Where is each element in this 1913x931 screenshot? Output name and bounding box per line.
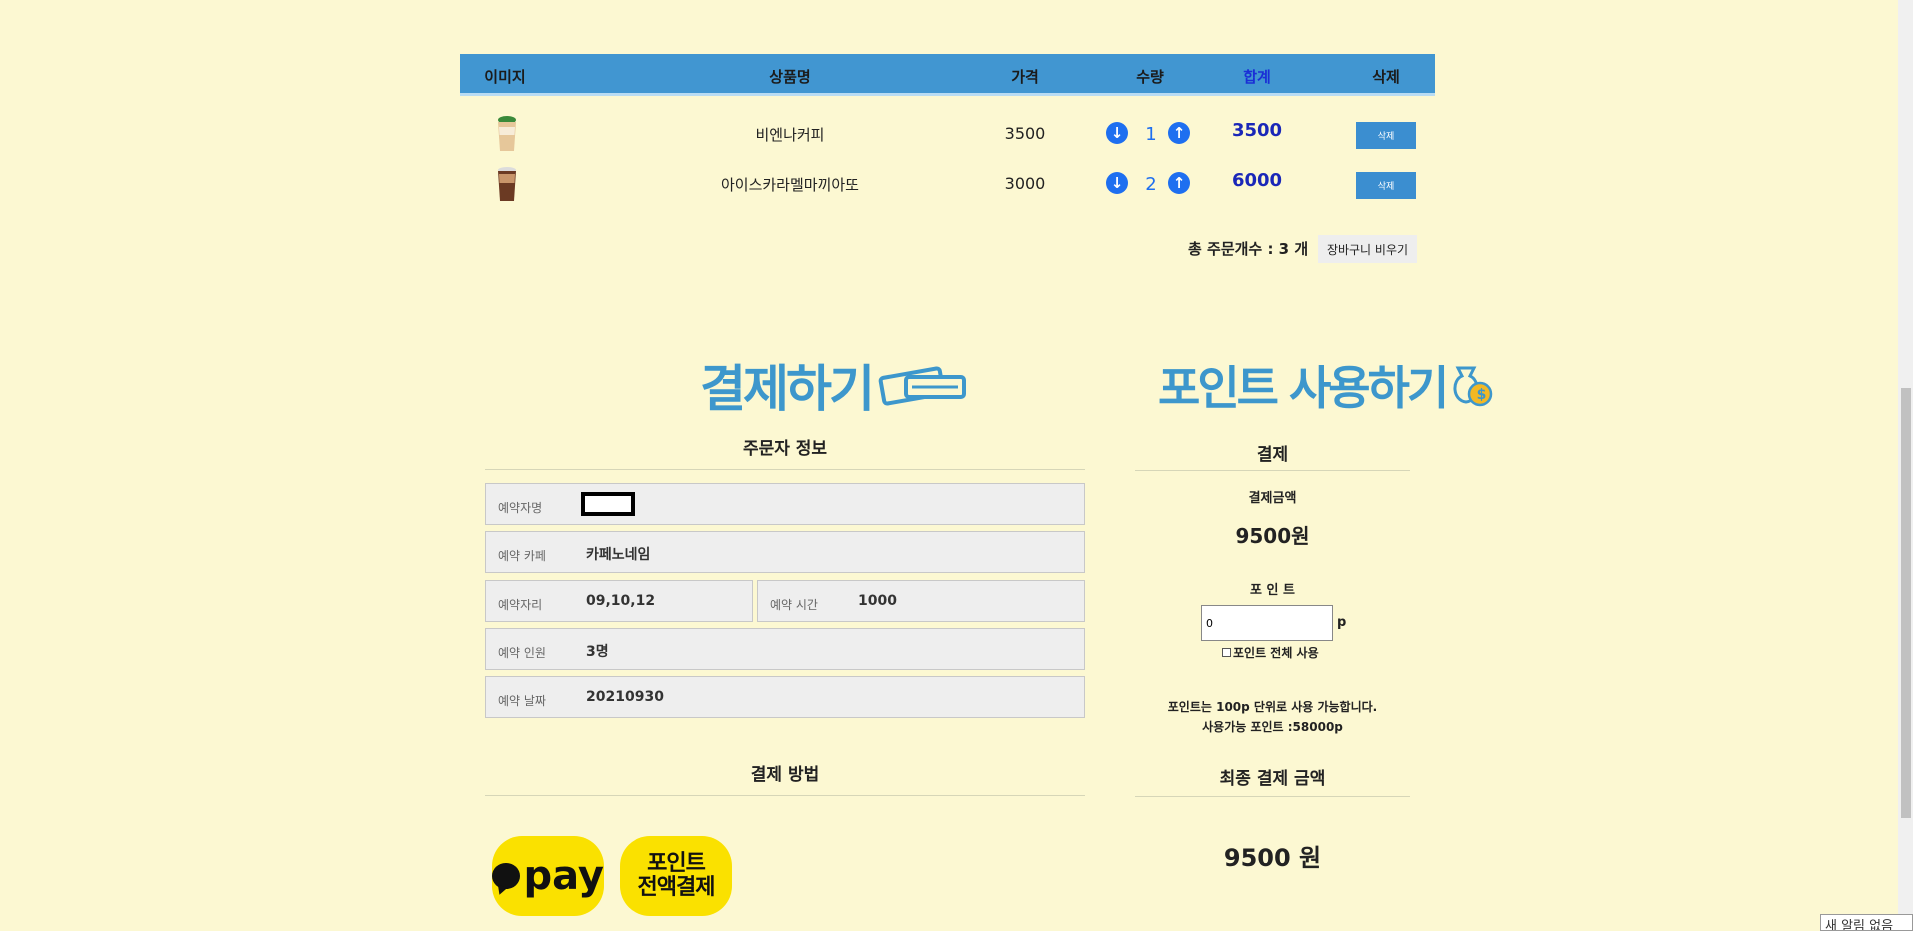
- reserved-cafe-row: 예약 카페 카페노네임: [485, 531, 1085, 573]
- notification-indicator[interactable]: 새 알림 없음: [1820, 914, 1913, 931]
- reserved-seat-row: 예약자리 09,10,12: [485, 580, 753, 622]
- cart-table-header: 이미지 상품명 가격 수량 합계 삭제: [460, 54, 1435, 96]
- divider: [1135, 470, 1410, 471]
- divider: [485, 469, 1085, 470]
- kakao-pay-button[interactable]: pay: [492, 836, 604, 916]
- delete-button[interactable]: 삭제: [1356, 172, 1416, 199]
- point-banner-text: 포인트 사용하기: [1158, 361, 1449, 415]
- kakao-pay-label: pay: [523, 853, 604, 899]
- use-all-points-checkbox[interactable]: [1222, 648, 1231, 657]
- reserved-date-row: 예약 날짜 20210930: [485, 676, 1085, 718]
- header-image: 이미지: [484, 68, 526, 86]
- reserver-name-row: 예약자명: [485, 483, 1085, 525]
- reserved-date-label: 예약 날짜: [498, 694, 546, 708]
- row-total: 3500: [1231, 120, 1283, 141]
- use-all-points-label: 포인트 전체 사용: [1233, 646, 1319, 660]
- reserved-cafe-value: 카페노네임: [586, 547, 651, 563]
- cart-row: 아이스카라멜마끼아또 3000 ↓ 2 ↑ 6000 삭제: [460, 160, 1435, 208]
- scrollbar-thumb[interactable]: [1901, 388, 1911, 818]
- point-label: 포 인 트: [1250, 583, 1295, 598]
- product-price: 3500: [1004, 124, 1046, 143]
- reserved-date-value: 20210930: [586, 689, 664, 705]
- pay-banner: 결제하기: [700, 355, 970, 418]
- final-amount-title: 최종 결제 금액: [1219, 769, 1326, 789]
- header-name: 상품명: [769, 68, 811, 86]
- point-full-pay-button[interactable]: 포인트 전액결제: [620, 836, 732, 916]
- point-banner: 포인트 사용하기 $: [1158, 355, 1494, 415]
- reserved-seat-label: 예약자리: [498, 598, 543, 612]
- coin-bag-icon: $: [1453, 366, 1493, 407]
- final-amount-value: 9500 원: [1223, 844, 1322, 872]
- pay-banner-text: 결제하기: [700, 360, 875, 418]
- qty-value: 1: [1145, 124, 1157, 145]
- reserver-name-redacted: [581, 492, 635, 516]
- reserved-seat-value: 09,10,12: [586, 593, 656, 609]
- product-name: 아이스카라멜마끼아또: [720, 176, 859, 194]
- qty-value: 2: [1145, 174, 1157, 195]
- payment-title: 결제: [1256, 445, 1289, 465]
- reserved-cafe-label: 예약 카페: [498, 549, 546, 563]
- qty-decrease-button[interactable]: ↓: [1106, 122, 1128, 144]
- point-suffix: p: [1337, 615, 1347, 630]
- vienna-coffee-image: [498, 116, 516, 151]
- reserved-time-label: 예약 시간: [770, 598, 818, 612]
- header-price: 가격: [1011, 68, 1039, 86]
- reserved-people-row: 예약 인원 3명: [485, 628, 1085, 670]
- qty-increase-button[interactable]: ↑: [1168, 172, 1190, 194]
- empty-cart-button[interactable]: 장바구니 비우기: [1318, 235, 1417, 263]
- row-total: 6000: [1231, 170, 1283, 191]
- reserved-people-value: 3명: [586, 644, 609, 660]
- header-total: 합계: [1243, 68, 1271, 86]
- product-name: 비엔나커피: [755, 126, 825, 144]
- qty-decrease-button[interactable]: ↓: [1106, 172, 1128, 194]
- point-input[interactable]: [1201, 605, 1333, 641]
- header-qty: 수량: [1136, 68, 1164, 86]
- point-full-pay-line2: 전액결제: [637, 875, 716, 900]
- divider: [1135, 796, 1410, 797]
- divider: [485, 795, 1085, 796]
- payment-method-title: 결제 방법: [750, 765, 820, 785]
- qty-increase-button[interactable]: ↑: [1168, 122, 1190, 144]
- iced-caramel-macchiato-image: [498, 167, 516, 201]
- reserver-name-label: 예약자명: [498, 501, 543, 515]
- point-full-pay-line1: 포인트: [647, 851, 706, 876]
- order-count-summary: 총 주문개수 : 3 개: [1188, 240, 1309, 258]
- cart-row: 비엔나커피 3500 ↓ 1 ↑ 3500 삭제: [460, 110, 1435, 158]
- speech-bubble-icon: [492, 863, 520, 889]
- reserved-people-label: 예약 인원: [498, 646, 546, 660]
- point-unit-note: 포인트는 100p 단위로 사용 가능합니다.: [1167, 700, 1378, 714]
- available-points-note: 사용가능 포인트 :58000p: [1202, 720, 1343, 734]
- product-price: 3000: [1004, 174, 1046, 193]
- orderer-info-title: 주문자 정보: [742, 439, 828, 459]
- header-delete: 삭제: [1372, 68, 1400, 86]
- reserved-time-row: 예약 시간 1000: [757, 580, 1085, 622]
- amount-label: 결제금액: [1248, 491, 1297, 506]
- reserved-time-value: 1000: [858, 593, 897, 609]
- delete-button[interactable]: 삭제: [1356, 122, 1416, 149]
- amount-value: 9500원: [1235, 524, 1310, 548]
- use-all-points-checkbox-row[interactable]: 포인트 전체 사용: [1222, 644, 1319, 661]
- card-icon: [878, 366, 966, 406]
